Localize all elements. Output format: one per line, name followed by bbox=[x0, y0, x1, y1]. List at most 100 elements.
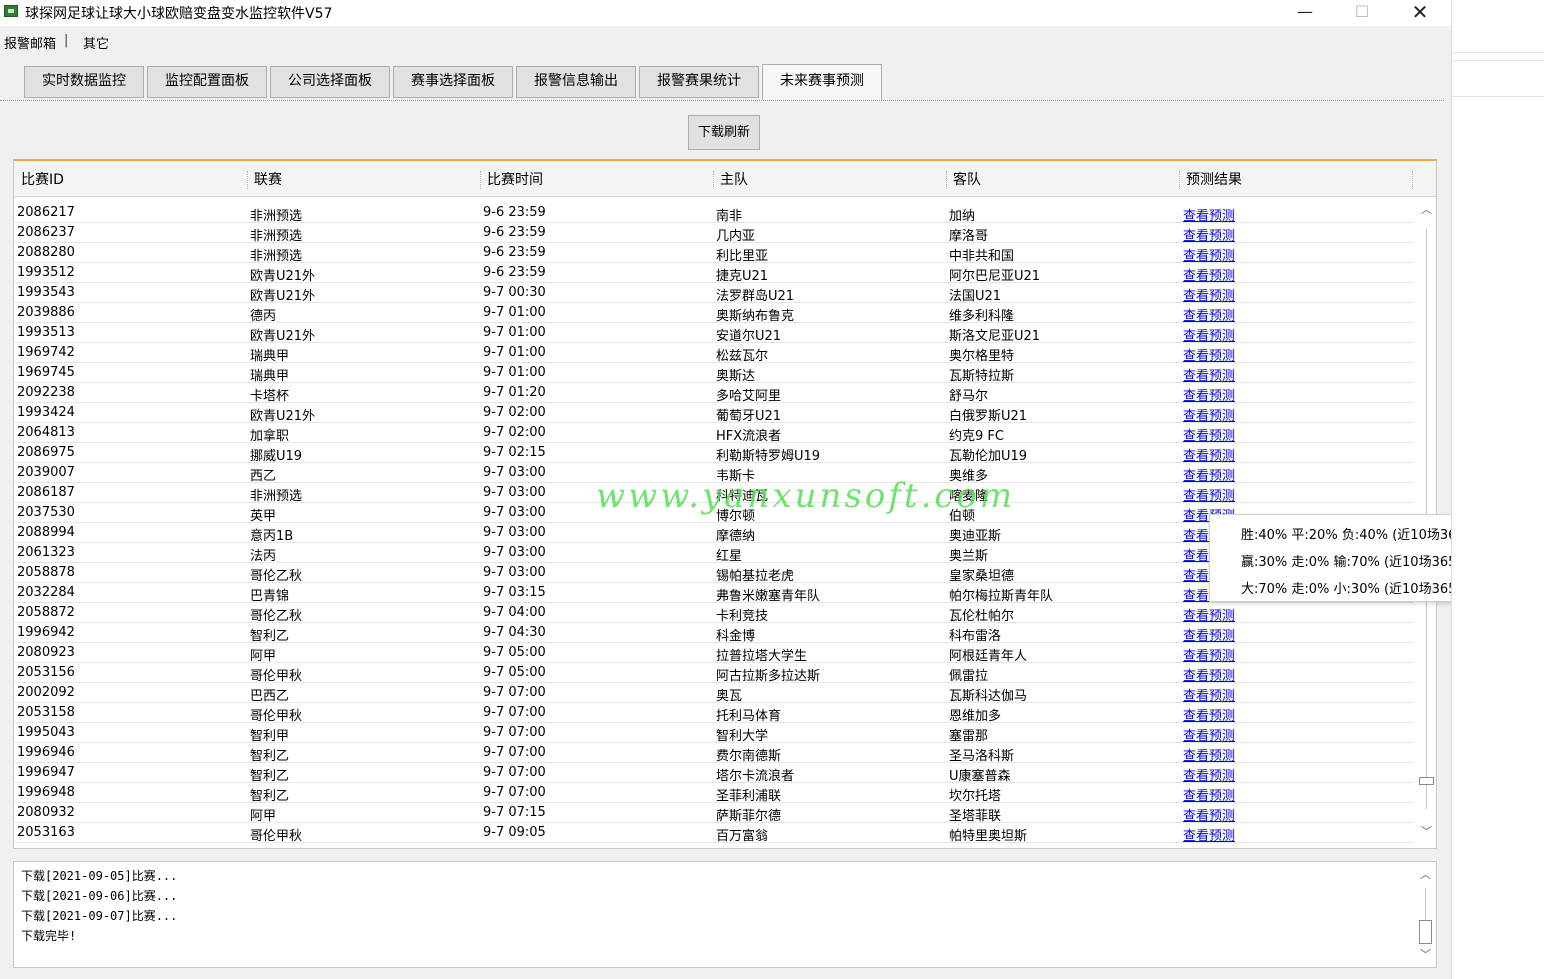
view-prediction-link[interactable]: 查看预测 bbox=[1183, 745, 1235, 764]
scroll-up-icon[interactable]: ︿ bbox=[1418, 201, 1435, 217]
header-home-team[interactable]: 主队 bbox=[720, 169, 748, 189]
view-prediction-link[interactable]: 查看预测 bbox=[1183, 685, 1235, 704]
view-prediction-link[interactable]: 查看预测 bbox=[1183, 405, 1235, 424]
table-row[interactable]: 2002092 巴西乙 9-7 07:00 奥瓦 瓦斯科达伽马 查看预测 bbox=[14, 683, 1414, 704]
header-league[interactable]: 联赛 bbox=[254, 169, 282, 189]
view-prediction-link[interactable]: 查看预测 bbox=[1183, 485, 1235, 504]
scroll-thumb[interactable] bbox=[1419, 777, 1434, 785]
tab-alarm-stats[interactable]: 报警赛果统计 bbox=[639, 66, 759, 98]
table-row[interactable]: 1996948 智利乙 9-7 07:00 圣菲利浦联 坎尔托塔 查看预测 bbox=[14, 783, 1414, 804]
table-row[interactable]: 2064813 加拿职 9-7 02:00 HFX流浪者 约克9 FC 查看预测 bbox=[14, 423, 1414, 444]
menu-alarm-email[interactable]: 报警邮箱 bbox=[4, 33, 56, 52]
header-separator[interactable] bbox=[1412, 171, 1413, 189]
tab-realtime-monitor[interactable]: 实时数据监控 bbox=[24, 66, 144, 98]
tab-future-prediction[interactable]: 未来赛事预测 bbox=[762, 64, 882, 100]
table-row[interactable]: 2053156 哥伦甲秋 9-7 05:00 阿古拉斯多拉达斯 佩雷拉 查看预测 bbox=[14, 663, 1414, 684]
table-row[interactable]: 2058872 哥伦乙秋 9-7 04:00 卡利竞技 瓦伦杜帕尔 查看预测 bbox=[14, 603, 1414, 624]
tab-alarm-output[interactable]: 报警信息输出 bbox=[516, 66, 636, 98]
cell-match-time: 9-6 23:59 bbox=[483, 265, 546, 280]
table-row[interactable]: 2088280 非洲预选 9-6 23:59 利比里亚 中非共和国 查看预测 bbox=[14, 243, 1414, 264]
header-away-team[interactable]: 客队 bbox=[953, 169, 981, 189]
scroll-up-icon[interactable]: ︿ bbox=[1417, 866, 1434, 882]
cell-league: 欧青U21外 bbox=[250, 409, 316, 424]
view-prediction-link[interactable]: 查看预测 bbox=[1183, 345, 1235, 364]
view-prediction-link[interactable]: 查看预测 bbox=[1183, 265, 1235, 284]
view-prediction-link[interactable]: 查看预测 bbox=[1183, 665, 1235, 684]
view-prediction-link[interactable]: 查看预测 bbox=[1183, 785, 1235, 804]
table-row[interactable]: 2061323法丙9-7 03:00红星奥兰斯查看预测 bbox=[14, 543, 1414, 564]
table-row[interactable]: 1993512 欧青U21外 9-6 23:59 捷克U21 阿尔巴尼亚U21 查看预测 bbox=[14, 263, 1414, 284]
table-row[interactable]: 1969745 瑞典甲 9-7 01:00 奥斯达 瓦斯特拉斯 查看预测 bbox=[14, 363, 1414, 384]
table-row[interactable]: 2032284巴青锦9-7 03:15弗鲁米嫩塞青年队帕尔梅拉斯青年队查看预测 bbox=[14, 583, 1414, 604]
table-row[interactable]: 2053158 哥伦甲秋 9-7 07:00 托利马体育 恩维加多 查看预测 bbox=[14, 703, 1414, 724]
table-row[interactable]: 2039886 德丙 9-7 01:00 奥斯纳布鲁克 维多利科隆 查看预测 bbox=[14, 303, 1414, 324]
view-prediction-link[interactable]: 查看预测 bbox=[1183, 765, 1235, 784]
view-prediction-link[interactable]: 查看预测 bbox=[1183, 445, 1235, 464]
header-prediction[interactable]: 预测结果 bbox=[1186, 169, 1242, 189]
table-row[interactable]: 2058878哥伦乙秋9-7 03:00锡帕基拉老虎皇家桑坦德查看预测 bbox=[14, 563, 1414, 584]
view-prediction-link[interactable]: 查看预测 bbox=[1183, 645, 1235, 664]
table-row[interactable]: 2080932 阿甲 9-7 07:15 萨斯菲尔德 圣塔菲联 查看预测 bbox=[14, 803, 1414, 824]
view-prediction-link[interactable]: 查看预测 bbox=[1183, 605, 1235, 624]
view-prediction-link[interactable]: 查看预测 bbox=[1183, 805, 1235, 824]
table-row[interactable]: 1993424 欧青U21外 9-7 02:00 葡萄牙U21 白俄罗斯U21 查看预测 bbox=[14, 403, 1414, 424]
table-row[interactable]: 1969742 瑞典甲 9-7 01:00 松兹瓦尔 奥尔格里特 查看预测 bbox=[14, 343, 1414, 364]
maximize-button[interactable]: ☐ bbox=[1339, 0, 1385, 26]
log-scrollbar[interactable]: ︿ ﹀ bbox=[1417, 866, 1434, 964]
cell-away-team: 奥兰斯 bbox=[949, 549, 989, 564]
cell-match-id: 1993543 bbox=[17, 285, 75, 300]
table-row[interactable]: 1996947 智利乙 9-7 07:00 塔尔卡流浪者 U康塞普森 查看预测 bbox=[14, 763, 1414, 784]
close-button[interactable]: ✕ bbox=[1397, 0, 1443, 26]
view-prediction-link[interactable]: 查看预测 bbox=[1183, 625, 1235, 644]
header-separator[interactable] bbox=[480, 171, 481, 189]
view-prediction-link[interactable]: 查看预测 bbox=[1183, 425, 1235, 444]
cell-home-team: 摩德纳 bbox=[716, 529, 756, 544]
table-row[interactable]: 2080923 阿甲 9-7 05:00 拉普拉塔大学生 阿根廷青年人 查看预测 bbox=[14, 643, 1414, 664]
view-prediction-link[interactable]: 查看预测 bbox=[1183, 465, 1235, 484]
table-row[interactable]: 1993513 欧青U21外 9-7 01:00 安道尔U21 斯洛文尼亚U21 查看预测 bbox=[14, 323, 1414, 344]
view-prediction-link[interactable]: 查看预测 bbox=[1183, 305, 1235, 324]
cell-match-id: 2037530 bbox=[17, 505, 75, 520]
scroll-down-icon[interactable]: ﹀ bbox=[1418, 823, 1435, 839]
table-row[interactable]: 2092238 卡塔杯 9-7 01:20 多哈艾阿里 舒马尔 查看预测 bbox=[14, 383, 1414, 404]
table-row[interactable]: 2086975 挪威U19 9-7 02:15 利勒斯特罗姆U19 瓦勒伦加U19 查看预… bbox=[14, 443, 1414, 464]
tab-monitor-config[interactable]: 监控配置面板 bbox=[147, 66, 267, 98]
table-row[interactable]: 1995043 智利甲 9-7 07:00 智利大学 塞雷那 查看预测 bbox=[14, 723, 1414, 744]
cell-league: 巴西乙 bbox=[250, 689, 290, 704]
view-prediction-link[interactable]: 查看预测 bbox=[1183, 325, 1235, 344]
cell-away-team: 法国U21 bbox=[949, 289, 1002, 304]
header-match-id[interactable]: 比赛ID bbox=[21, 169, 64, 189]
view-prediction-link[interactable]: 查看预测 bbox=[1183, 705, 1235, 724]
cell-league: 德丙 bbox=[250, 309, 277, 324]
cell-away-team: 瓦斯科达伽马 bbox=[949, 689, 1028, 704]
menu-other[interactable]: 其它 bbox=[83, 33, 109, 52]
table-row[interactable]: 2086217 非洲预选 9-6 23:59 南非 加纳 查看预测 bbox=[14, 203, 1414, 224]
view-prediction-link[interactable]: 查看预测 bbox=[1183, 285, 1235, 304]
header-match-time[interactable]: 比赛时间 bbox=[487, 169, 543, 189]
table-row[interactable]: 1996946 智利乙 9-7 07:00 费尔南德斯 圣马洛科斯 查看预测 bbox=[14, 743, 1414, 764]
download-refresh-button[interactable]: 下载刷新 bbox=[688, 115, 760, 150]
header-separator[interactable] bbox=[1179, 171, 1180, 189]
header-separator[interactable] bbox=[247, 171, 248, 189]
table-row[interactable]: 2088994意丙1B9-7 03:00摩德纳奥迪亚斯查看预测 bbox=[14, 523, 1414, 544]
view-prediction-link[interactable]: 查看预测 bbox=[1183, 725, 1235, 744]
header-separator[interactable] bbox=[946, 171, 947, 189]
view-prediction-link[interactable]: 查看预测 bbox=[1183, 365, 1235, 384]
table-row[interactable]: 2086237 非洲预选 9-6 23:59 几内亚 摩洛哥 查看预测 bbox=[14, 223, 1414, 244]
table-row[interactable]: 2053163 哥伦甲秋 9-7 09:05 百万富翁 帕特里奥坦斯 查看预测 bbox=[14, 823, 1414, 844]
tab-match-select[interactable]: 赛事选择面板 bbox=[393, 66, 513, 98]
view-prediction-link[interactable]: 查看预测 bbox=[1183, 385, 1235, 404]
view-prediction-link[interactable]: 查看预测 bbox=[1183, 205, 1235, 224]
scroll-thumb[interactable] bbox=[1419, 920, 1432, 944]
tab-company-select[interactable]: 公司选择面板 bbox=[270, 66, 390, 98]
scroll-down-icon[interactable]: ﹀ bbox=[1417, 946, 1434, 962]
table-row[interactable]: 1993543 欧青U21外 9-7 00:30 法罗群岛U21 法国U21 查看预测 bbox=[14, 283, 1414, 304]
cell-match-id: 2088994 bbox=[17, 525, 75, 540]
view-prediction-link[interactable]: 查看预测 bbox=[1183, 225, 1235, 244]
view-prediction-link[interactable]: 查看预测 bbox=[1183, 245, 1235, 264]
header-separator[interactable] bbox=[713, 171, 714, 189]
view-prediction-link[interactable]: 查看预测 bbox=[1183, 825, 1235, 844]
minimize-button[interactable]: — bbox=[1282, 0, 1328, 26]
cell-match-time: 9-7 07:00 bbox=[483, 725, 546, 740]
table-row[interactable]: 1996942 智利乙 9-7 04:30 科金博 科布雷洛 查看预测 bbox=[14, 623, 1414, 644]
